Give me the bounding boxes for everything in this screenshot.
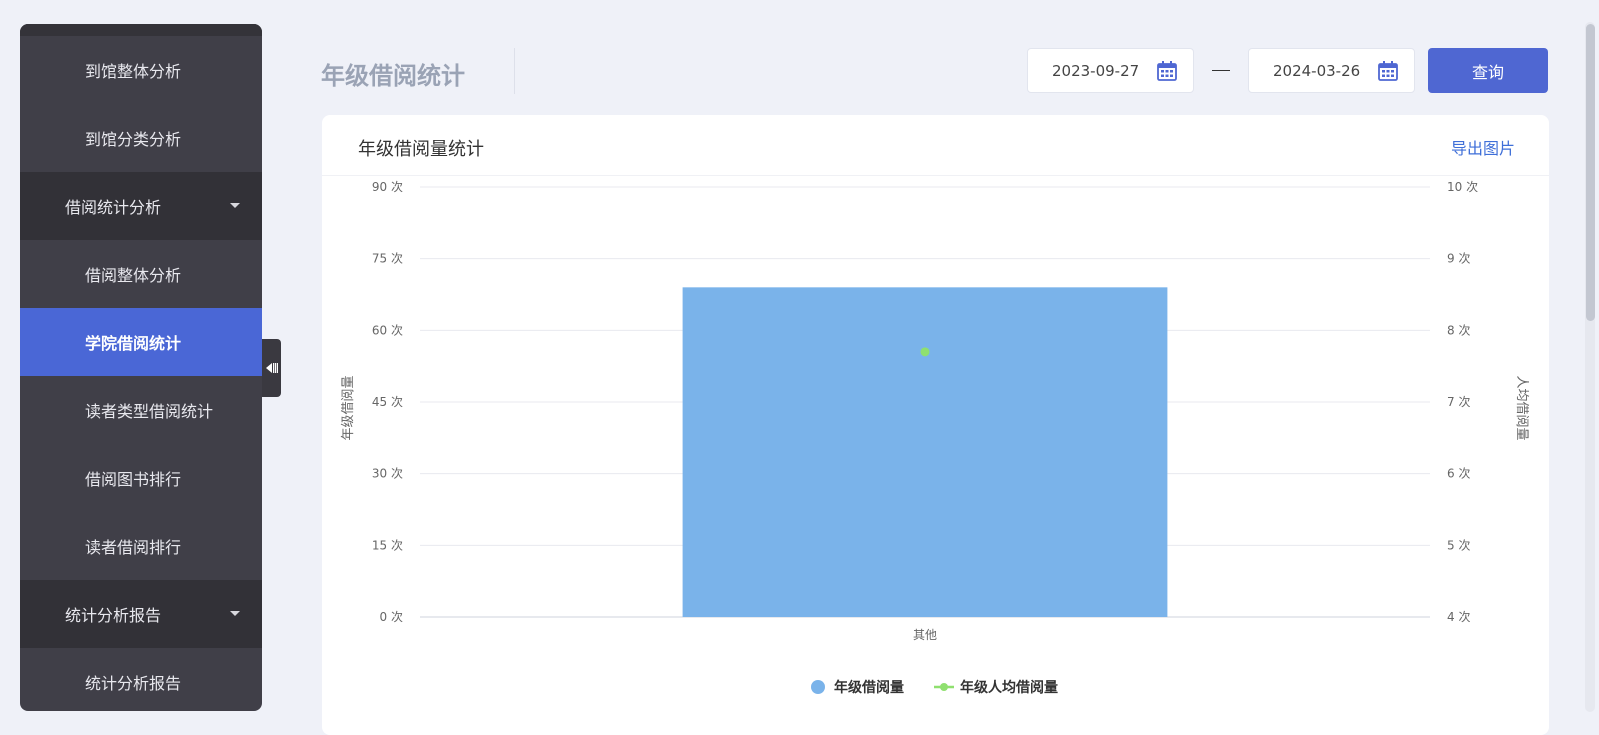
sidebar-item-label: 统计分析报告: [85, 674, 182, 693]
sidebar-top-strip: [20, 24, 262, 36]
y-axis-title-left: 年级借阅量: [341, 375, 356, 440]
sidebar-item-visit-overall[interactable]: 到馆整体分析: [20, 36, 262, 104]
sidebar-item-visit-category[interactable]: 到馆分类分析: [20, 104, 262, 172]
chart-legend: 年级借阅量 年级人均借阅量: [811, 679, 1058, 696]
y-tick-label-right: 8 次: [1447, 323, 1470, 337]
y-tick-label-right: 6 次: [1447, 467, 1470, 481]
end-date-value: 2024-03-26: [1273, 61, 1361, 80]
chevron-down-icon: [230, 203, 240, 208]
y-tick-label-right: 5 次: [1447, 538, 1470, 552]
page-scrollbar-thumb[interactable]: [1586, 24, 1595, 321]
calendar-icon: [1157, 60, 1177, 81]
chart: 0 次 15 次 30 次 45 次 60 次 75 次 90 次 4 次 5 次 6 次 7 次…: [341, 180, 1529, 696]
sidebar-group-borrow-stats[interactable]: 借阅统计分析: [20, 172, 262, 240]
sidebar-collapse-button[interactable]: [262, 339, 281, 397]
y-tick-label-left: 30 次: [372, 467, 403, 481]
y-tick-label-left: 45 次: [372, 395, 403, 409]
x-axis-labels: 其他: [913, 628, 937, 642]
sidebar-item-report[interactable]: 统计分析报告: [20, 648, 262, 711]
y-tick-label-left: 60 次: [372, 323, 403, 337]
start-date-picker[interactable]: 2023-09-27: [1027, 48, 1194, 93]
sidebar-item-label: 到馆分类分析: [85, 130, 182, 149]
sidebar-item-reader-ranking[interactable]: 读者借阅排行: [20, 512, 262, 580]
y-tick-label-left: 0 次: [380, 610, 403, 624]
collapse-arrow-icon: [265, 363, 278, 373]
legend-line-swatch-dot: [940, 683, 948, 691]
sidebar-item-book-ranking[interactable]: 借阅图书排行: [20, 444, 262, 512]
chevron-down-icon: [230, 611, 240, 616]
y-tick-label-left: 90 次: [372, 180, 403, 194]
y-axis-title-right: 人均借阅量: [1514, 375, 1529, 440]
right-axis-ticks: 4 次 5 次 6 次 7 次 8 次 9 次 10 次: [1447, 180, 1478, 624]
legend-line-label: 年级人均借阅量: [960, 679, 1058, 696]
date-range-separator: [1212, 70, 1230, 71]
sidebar-item-borrow-overall[interactable]: 借阅整体分析: [20, 240, 262, 308]
sidebar-group-label: 统计分析报告: [65, 606, 162, 625]
query-button[interactable]: 查询: [1428, 48, 1548, 93]
sidebar-item-label: 借阅整体分析: [85, 266, 182, 285]
title-divider: [514, 48, 515, 94]
legend-bar-label: 年级借阅量: [834, 679, 904, 696]
chart-bar: [682, 287, 1168, 617]
page-title: 年级借阅统计: [321, 62, 465, 90]
y-tick-label-left: 75 次: [372, 252, 403, 266]
y-tick-label-right: 4 次: [1447, 610, 1470, 624]
chart-card: 年级借阅量统计 导出图片 0 次 15 次 30 次 45 次 60 次 75 次 90 次…: [322, 115, 1549, 735]
chart-line-point: [920, 347, 930, 357]
y-tick-label-right: 9 次: [1447, 252, 1470, 266]
y-tick-label-right: 7 次: [1447, 395, 1470, 409]
sidebar-item-label: 学院借阅统计: [85, 334, 182, 353]
end-date-picker[interactable]: 2024-03-26: [1248, 48, 1415, 93]
legend-bar-swatch: [811, 680, 825, 694]
y-tick-label-left: 15 次: [372, 538, 403, 552]
sidebar-item-label: 读者借阅排行: [85, 538, 182, 557]
sidebar-item-label: 读者类型借阅统计: [85, 402, 214, 421]
start-date-value: 2023-09-27: [1052, 61, 1140, 80]
sidebar-group-label: 借阅统计分析: [65, 198, 162, 217]
y-tick-label-right: 10 次: [1447, 180, 1478, 194]
x-tick-label: 其他: [913, 628, 937, 642]
chart-bars: [682, 287, 1168, 617]
sidebar-item-college-borrow[interactable]: 学院借阅统计: [20, 308, 262, 376]
chart-line-points: [920, 347, 930, 357]
left-axis-ticks: 0 次 15 次 30 次 45 次 60 次 75 次 90 次: [372, 180, 403, 624]
sidebar-group-reports[interactable]: 统计分析报告: [20, 580, 262, 648]
sidebar: 到馆整体分析 到馆分类分析 借阅统计分析 借阅整体分析 学院借阅统计 读者类型借…: [20, 24, 262, 711]
sidebar-item-reader-type-borrow[interactable]: 读者类型借阅统计: [20, 376, 262, 444]
sidebar-item-label: 借阅图书排行: [85, 470, 182, 489]
calendar-icon: [1378, 60, 1398, 81]
sidebar-item-label: 到馆整体分析: [85, 62, 182, 81]
